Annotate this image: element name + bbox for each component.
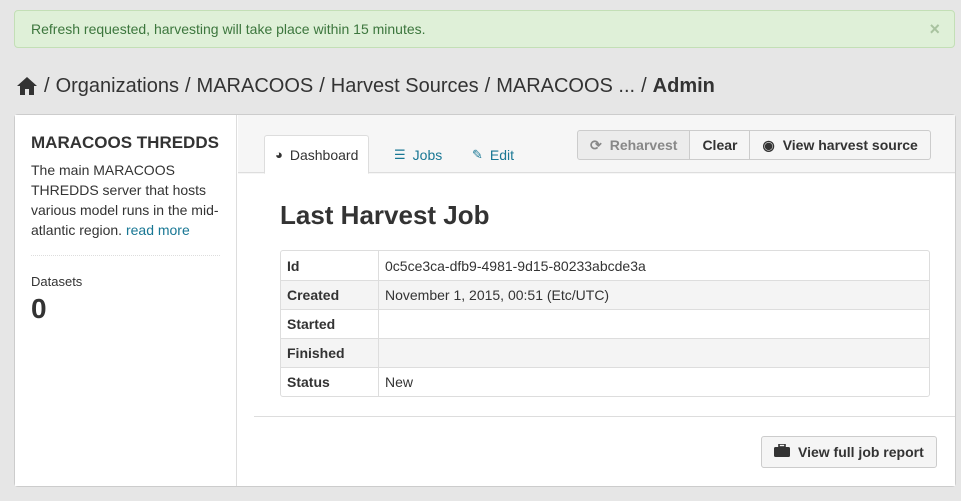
dashboard-icon: ◕ [275, 147, 283, 162]
flash-message-text: Refresh requested, harvesting will take … [31, 21, 426, 37]
table-row: Created November 1, 2015, 00:51 (Etc/UTC… [281, 280, 929, 309]
breadcrumb-separator: / [641, 74, 647, 97]
row-key: Status [281, 367, 379, 396]
view-full-job-report-button[interactable]: View full job report [761, 436, 937, 468]
table-row: Started [281, 309, 929, 338]
source-sidebar: MARACOOS THREDDS The main MARACOOS THRED… [15, 115, 237, 486]
breadcrumb-separator: / [319, 74, 325, 97]
tab-dashboard[interactable]: ◕ Dashboard [264, 135, 370, 174]
row-key: Id [281, 251, 379, 280]
last-harvest-heading: Last Harvest Job [280, 200, 490, 230]
row-key: Finished [281, 338, 379, 367]
breadcrumb-source[interactable]: MARACOOS ... [496, 75, 635, 98]
tab-label: Edit [489, 146, 515, 163]
clear-button[interactable]: Clear [690, 130, 751, 160]
briefcase-icon [774, 443, 790, 460]
flash-message: Refresh requested, harvesting will take … [14, 10, 955, 48]
tab-label: Dashboard [289, 146, 359, 163]
table-row: Id 0c5ce3ca-dfb9-4981-9d15-80233abcde3a [281, 251, 929, 280]
breadcrumb-separator: / [484, 74, 491, 97]
source-title: MARACOOS THREDDS [31, 133, 219, 152]
row-value: 0c5ce3ca-dfb9-4981-9d15-80233abcde3a [385, 257, 646, 274]
row-key: Started [281, 309, 379, 338]
tab-label: Jobs [412, 146, 443, 163]
clear-label: Clear [702, 137, 738, 153]
main-area: ◕ Dashboard ☰ Jobs ✎ Edit ⟳ Reharvest Cl… [238, 115, 955, 486]
breadcrumb-separator: / [184, 74, 191, 97]
tab-bar: ◕ Dashboard ☰ Jobs ✎ Edit ⟳ Reharvest Cl… [238, 115, 955, 174]
close-icon[interactable]: × [929, 19, 940, 40]
view-harvest-source-button[interactable]: ◉ View harvest source [750, 130, 931, 160]
source-description-text: The main MARACOOS THREDDS server that ho… [31, 162, 219, 238]
breadcrumb-harvest-sources[interactable]: Harvest Sources [331, 75, 479, 98]
breadcrumb-separator: / [44, 74, 50, 97]
source-description: The main MARACOOS THREDDS server that ho… [31, 160, 220, 240]
table-row: Finished [281, 338, 929, 367]
read-more-link[interactable]: read more [126, 222, 190, 238]
row-value: New [379, 367, 929, 396]
harvest-actions: ⟳ Reharvest Clear ◉ View harvest source [577, 130, 931, 160]
reharvest-button[interactable]: ⟳ Reharvest [577, 130, 691, 160]
eye-icon: ◉ [762, 136, 775, 153]
row-value [379, 338, 929, 367]
refresh-icon: ⟳ [590, 136, 602, 153]
table-row: Status New [281, 367, 929, 396]
row-value [379, 309, 929, 338]
job-details-table: Id 0c5ce3ca-dfb9-4981-9d15-80233abcde3a … [280, 250, 930, 397]
edit-icon: ✎ [472, 146, 483, 162]
list-icon: ☰ [394, 146, 406, 162]
breadcrumb-organizations[interactable]: Organizations [56, 75, 179, 98]
report-label: View full job report [798, 444, 924, 460]
harvest-admin-panel: MARACOOS THREDDS The main MARACOOS THRED… [14, 114, 956, 487]
row-key: Created [281, 280, 379, 309]
datasets-count: 0 [31, 293, 47, 324]
reharvest-label: Reharvest [609, 137, 678, 153]
view-source-label: View harvest source [782, 137, 918, 153]
tab-jobs[interactable]: ☰ Jobs [384, 135, 452, 174]
tab-edit[interactable]: ✎ Edit [462, 135, 524, 174]
datasets-label: Datasets [31, 274, 83, 289]
breadcrumb-maracoos[interactable]: MARACOOS [197, 75, 314, 98]
row-value: November 1, 2015, 00:51 (Etc/UTC) [379, 280, 929, 309]
breadcrumb: / Organizations / MARACOOS / Harvest Sou… [16, 72, 715, 100]
dashboard-content: Last Harvest Job Id 0c5ce3ca-dfb9-4981-9… [238, 174, 955, 486]
footer-divider [254, 416, 955, 417]
sidebar-divider [31, 255, 220, 256]
home-icon[interactable] [16, 76, 38, 96]
breadcrumb-current: Admin [652, 74, 715, 97]
